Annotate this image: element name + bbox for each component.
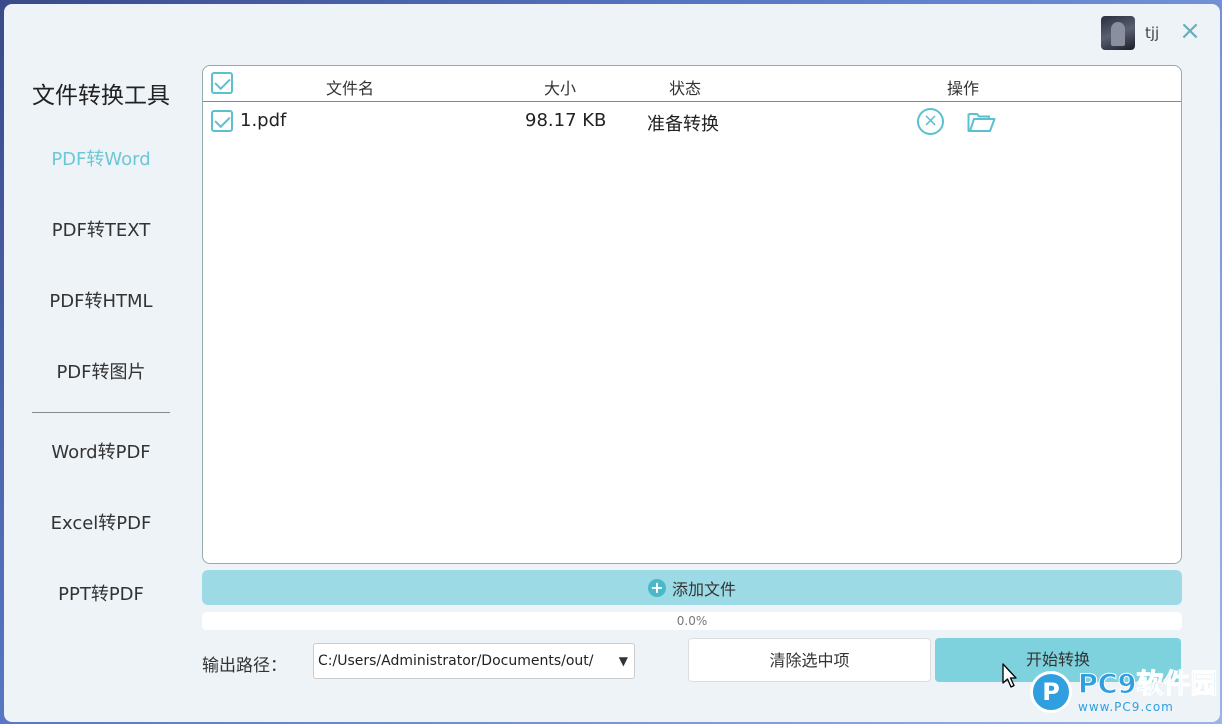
close-button[interactable]: × — [1178, 18, 1202, 44]
clear-selected-button[interactable]: 清除选中项 — [688, 638, 931, 682]
progress-text: 0.0% — [676, 614, 708, 628]
output-path-value: C:/Users/Administrator/Documents/out/ — [318, 653, 594, 669]
output-path-label: 输出路径： — [202, 656, 287, 676]
file-table: 文件名 大小 状态 操作 1.pdf 98.17 KB 准备转换 × — [202, 65, 1182, 564]
watermark: P PC9软件园 www.PC9.com — [1030, 669, 1218, 714]
file-size: 98.17 KB — [525, 110, 607, 131]
sidebar-item-pdf-to-image[interactable]: PDF转图片 — [26, 337, 176, 408]
file-name: 1.pdf — [240, 110, 287, 131]
sidebar-item-excel-to-pdf[interactable]: Excel转PDF — [26, 488, 176, 559]
nav-divider — [32, 412, 170, 413]
sidebar-item-pdf-to-html[interactable]: PDF转HTML — [26, 266, 176, 337]
username: tjj — [1145, 24, 1160, 42]
progress-bar: 0.0% — [202, 612, 1182, 630]
watermark-main: PC9软件园 — [1077, 669, 1218, 700]
app-title: 文件转换工具 — [32, 83, 170, 109]
column-status: 状态 — [669, 79, 702, 98]
watermark-text: PC9软件园 www.PC9.com — [1077, 669, 1218, 714]
plus-icon: + — [647, 578, 666, 597]
watermark-logo-icon: P — [1030, 671, 1072, 713]
watermark-sub: www.PC9.com — [1078, 700, 1174, 714]
sidebar-item-word-to-pdf[interactable]: Word转PDF — [26, 417, 176, 488]
column-filename: 文件名 — [326, 79, 375, 98]
row-checkbox[interactable] — [211, 110, 233, 132]
sidebar-item-pdf-to-word[interactable]: PDF转Word — [26, 124, 176, 195]
file-status: 准备转换 — [647, 114, 719, 135]
open-folder-icon[interactable] — [967, 110, 996, 134]
add-file-label: 添加文件 — [671, 579, 736, 599]
sidebar-item-pdf-to-text[interactable]: PDF转TEXT — [26, 195, 176, 266]
sidebar-item-ppt-to-pdf[interactable]: PPT转PDF — [26, 559, 176, 630]
user-info[interactable]: tjj — [1101, 16, 1159, 50]
column-size: 大小 — [544, 79, 577, 98]
select-all-checkbox[interactable] — [211, 72, 233, 94]
app-window: tjj × 文件转换工具 PDF转Word PDF转TEXT PDF转HTML … — [4, 4, 1220, 722]
table-row[interactable]: 1.pdf 98.17 KB 准备转换 × — [203, 102, 1181, 142]
table-header: 文件名 大小 状态 操作 — [203, 66, 1181, 102]
avatar[interactable] — [1101, 16, 1135, 50]
sidebar-nav: PDF转Word PDF转TEXT PDF转HTML PDF转图片 Word转P… — [26, 124, 176, 630]
mouse-cursor-icon — [1002, 663, 1017, 688]
output-path-select[interactable]: C:/Users/Administrator/Documents/out/ ▼ — [313, 643, 635, 679]
column-actions: 操作 — [947, 79, 980, 98]
dropdown-arrow-icon[interactable]: ▼ — [619, 644, 628, 678]
add-file-button[interactable]: + 添加文件 — [202, 570, 1182, 605]
cancel-icon[interactable]: × — [917, 108, 944, 135]
